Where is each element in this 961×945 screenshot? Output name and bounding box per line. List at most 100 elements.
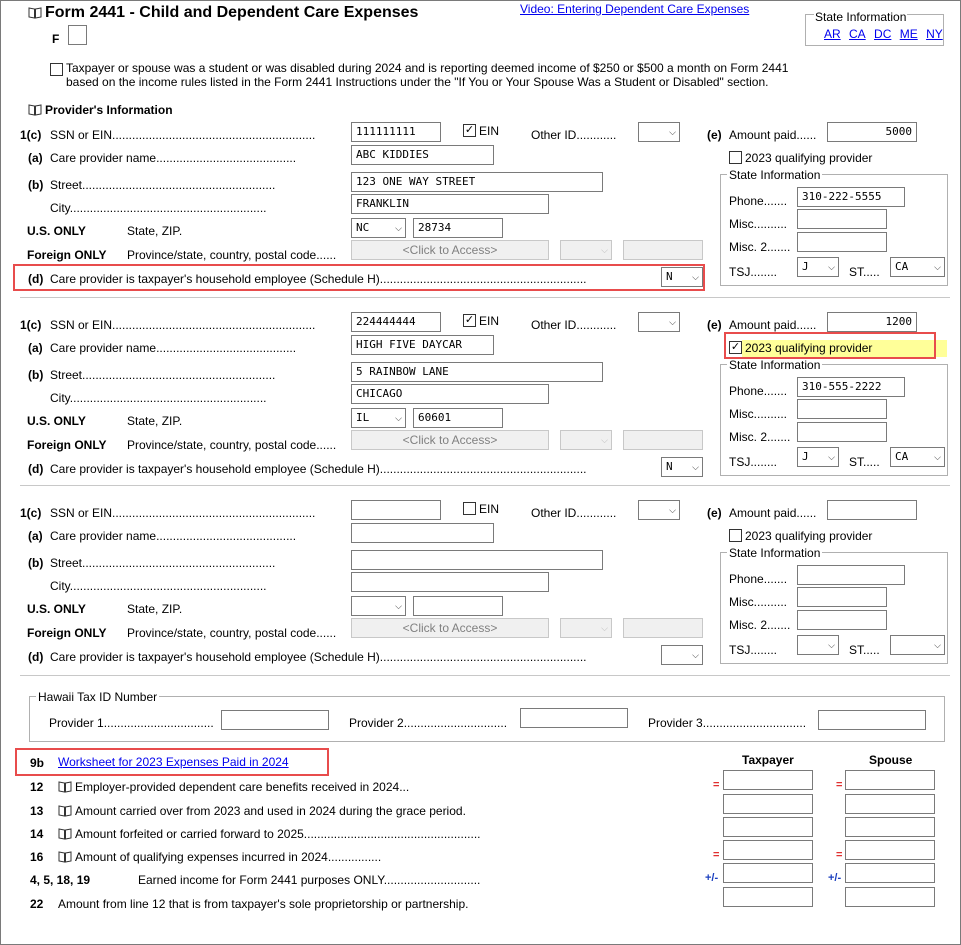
postal-code-input[interactable] — [623, 430, 703, 450]
click-to-access-button[interactable]: <Click to Access> — [351, 240, 549, 260]
st-select[interactable]: CA ⌵ — [890, 257, 945, 277]
tsj-select[interactable]: ⌵ — [797, 635, 839, 655]
care-provider-name-input[interactable]: HIGH FIVE DAYCAR — [351, 335, 494, 355]
city-input[interactable]: CHICAGO — [351, 384, 549, 404]
care-provider-name-input[interactable]: ABC KIDDIES — [351, 145, 494, 165]
ein-checkbox[interactable] — [463, 502, 476, 515]
street-label: Street..................................… — [50, 368, 276, 382]
misc-input[interactable] — [797, 399, 887, 419]
taxpayer-sign: = — [713, 849, 720, 861]
phone-input[interactable]: 310-555-2222 — [797, 377, 905, 397]
line-description: Employer-provided dependent care benefit… — [58, 780, 409, 794]
book-icon[interactable] — [28, 7, 42, 19]
state-link-ny[interactable]: NY — [926, 27, 943, 41]
click-to-access-button[interactable]: <Click to Access> — [351, 430, 549, 450]
amount-paid-input[interactable]: 5000 — [827, 122, 917, 142]
phone-input[interactable]: 310-222-5555 — [797, 187, 905, 207]
household-employee-select[interactable]: ⌵ — [661, 645, 703, 665]
line-number: 4, 5, 18, 19 — [30, 873, 91, 887]
street-input[interactable]: 123 ONE WAY STREET — [351, 172, 603, 192]
ssn-ein-input[interactable]: 224444444 — [351, 312, 441, 332]
spouse-input[interactable] — [845, 794, 935, 814]
other-id-select[interactable]: ⌵ — [638, 500, 680, 520]
state-link-ca[interactable]: CA — [849, 27, 866, 41]
misc2-input[interactable] — [797, 610, 887, 630]
zip-input[interactable] — [413, 596, 503, 616]
care-provider-name-input[interactable] — [351, 523, 494, 543]
state-select[interactable]: NC ⌵ — [351, 218, 406, 238]
st-select[interactable]: CA ⌵ — [890, 447, 945, 467]
line-description: Amount of qualifying expenses incurred i… — [58, 850, 381, 864]
state-information-title: State Information — [727, 546, 823, 560]
book-icon[interactable] — [58, 805, 72, 817]
ein-label: EIN — [479, 314, 500, 328]
taxpayer-input[interactable] — [723, 770, 813, 790]
city-input[interactable] — [351, 572, 549, 592]
state-select[interactable]: IL ⌵ — [351, 408, 406, 428]
worksheet-link[interactable]: Worksheet for 2023 Expenses Paid in 2024 — [58, 755, 289, 769]
st-select[interactable]: ⌵ — [890, 635, 945, 655]
state-link-ar[interactable]: AR — [824, 27, 841, 41]
book-icon[interactable] — [58, 781, 72, 793]
ssn-ein-input[interactable]: 111111111 — [351, 122, 441, 142]
taxpayer-input[interactable] — [723, 817, 813, 837]
hawaii-provider3-label: Provider 3..............................… — [648, 716, 807, 730]
qualifying-provider-checkbox[interactable] — [729, 529, 742, 542]
other-id-select[interactable]: ⌵ — [638, 122, 680, 142]
other-id-select[interactable]: ⌵ — [638, 312, 680, 332]
amount-paid-input[interactable]: 1200 — [827, 312, 917, 332]
zip-input[interactable]: 60601 — [413, 408, 503, 428]
tsj-select[interactable]: J ⌵ — [797, 257, 839, 277]
amount-paid-input[interactable] — [827, 500, 917, 520]
state-information-title: State Information — [727, 168, 823, 182]
taxpayer-input[interactable] — [723, 887, 813, 907]
form-title: Form 2441 - Child and Dependent Care Exp… — [28, 4, 418, 22]
taxpayer-input[interactable] — [723, 840, 813, 860]
spouse-input[interactable] — [845, 817, 935, 837]
taxpayer-input[interactable] — [723, 863, 813, 883]
line-b-label: (b) — [28, 556, 44, 570]
tsj-select[interactable]: J ⌵ — [797, 447, 839, 467]
spouse-input[interactable] — [845, 770, 935, 790]
book-icon[interactable] — [28, 104, 42, 116]
hawaii-provider2-input[interactable] — [520, 708, 628, 728]
spouse-input[interactable] — [845, 840, 935, 860]
ssn-ein-input[interactable] — [351, 500, 441, 520]
household-employee-label: Care provider is taxpayer's household em… — [50, 462, 587, 476]
misc2-label: Misc. 2....... — [729, 430, 791, 444]
state-select[interactable]: ⌵ — [351, 596, 406, 616]
us-only-label: U.S. ONLY — [27, 224, 86, 238]
misc-input[interactable] — [797, 209, 887, 229]
video-link[interactable]: Video: Entering Dependent Care Expenses — [520, 2, 749, 16]
qualifying-provider-checkbox[interactable] — [729, 151, 742, 164]
hawaii-provider3-input[interactable] — [818, 710, 926, 730]
zip-input[interactable]: 28734 — [413, 218, 503, 238]
qualifying-provider-label: 2023 qualifying provider — [745, 151, 873, 165]
state-link-me[interactable]: ME — [900, 27, 918, 41]
misc2-input[interactable] — [797, 232, 887, 252]
street-input[interactable] — [351, 550, 603, 570]
ein-checkbox[interactable]: ✓ — [463, 314, 476, 327]
state-link-dc[interactable]: DC — [874, 27, 891, 41]
book-icon[interactable] — [58, 851, 72, 863]
country-select[interactable]: ⌵ — [560, 240, 612, 260]
postal-code-input[interactable] — [623, 618, 703, 638]
misc-input[interactable] — [797, 587, 887, 607]
f-input[interactable] — [68, 25, 87, 45]
click-to-access-button[interactable]: <Click to Access> — [351, 618, 549, 638]
ein-checkbox[interactable]: ✓ — [463, 124, 476, 137]
student-checkbox[interactable] — [50, 63, 63, 76]
book-icon[interactable] — [58, 828, 72, 840]
household-employee-select[interactable]: N ⌵ — [661, 457, 703, 477]
city-input[interactable]: FRANKLIN — [351, 194, 549, 214]
taxpayer-input[interactable] — [723, 794, 813, 814]
misc2-input[interactable] — [797, 422, 887, 442]
spouse-input[interactable] — [845, 887, 935, 907]
country-select[interactable]: ⌵ — [560, 618, 612, 638]
spouse-input[interactable] — [845, 863, 935, 883]
phone-input[interactable] — [797, 565, 905, 585]
hawaii-provider1-input[interactable] — [221, 710, 329, 730]
street-input[interactable]: 5 RAINBOW LANE — [351, 362, 603, 382]
country-select[interactable]: ⌵ — [560, 430, 612, 450]
postal-code-input[interactable] — [623, 240, 703, 260]
